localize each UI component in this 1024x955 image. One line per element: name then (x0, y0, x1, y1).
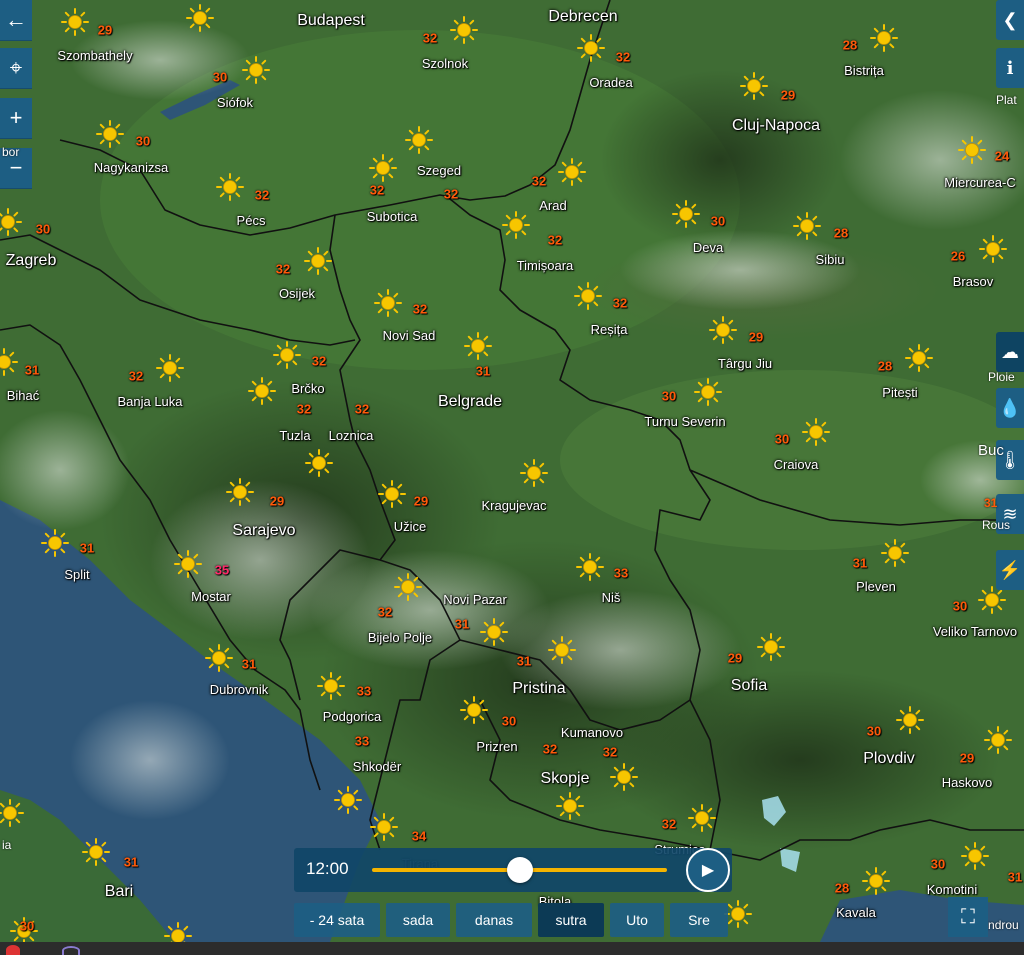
back-button[interactable]: ← (0, 0, 32, 41)
fullscreen-button[interactable]: ⛶ (948, 897, 988, 937)
lightning-icon: ⚡ (998, 559, 1022, 580)
share-button[interactable]: ❮ (996, 0, 1024, 40)
rain-layer-button[interactable]: 💧 (996, 388, 1024, 428)
day-button-sre[interactable]: Sre (670, 903, 728, 937)
edge-label: Rous (982, 518, 1011, 532)
weather-map[interactable] (0, 0, 1024, 942)
info-icon: i (1006, 57, 1014, 79)
zoom-in-button[interactable]: + (0, 98, 32, 139)
edge-temp: 31 (984, 496, 998, 510)
play-icon: ▶ (701, 862, 715, 879)
back-arrow-icon: ← (5, 7, 27, 32)
locate-icon: ⌖ (9, 55, 23, 80)
edge-label: Plat (996, 93, 1017, 107)
taskbar (0, 942, 1024, 955)
play-button[interactable]: ▶ (686, 848, 730, 892)
app-icon[interactable] (62, 946, 80, 955)
lightning-layer-button[interactable]: ⚡ (996, 550, 1024, 590)
day-button-sutra[interactable]: sutra (538, 903, 604, 937)
day-button-24-sata[interactable]: - 24 sata (294, 903, 380, 937)
info-button[interactable]: i (996, 48, 1024, 88)
day-button-danas[interactable]: danas (456, 903, 532, 937)
edge-label: ia (2, 838, 12, 852)
share-icon: ❮ (1002, 9, 1018, 30)
day-selector: - 24 sata sada danas sutra Uto Sre (294, 903, 728, 937)
cloud-layer-button[interactable]: ☁ (996, 332, 1024, 372)
day-button-uto[interactable]: Uto (610, 903, 664, 937)
day-button-sada[interactable]: sada (386, 903, 450, 937)
edge-label: bor (2, 145, 20, 159)
edge-label: Buc (978, 442, 1004, 459)
app-icon[interactable] (6, 945, 20, 955)
rain-layer-icon: 💧 (998, 397, 1022, 418)
fullscreen-icon: ⛶ (961, 905, 975, 928)
cloud-layer-icon: ☁ (1001, 341, 1019, 362)
locate-button[interactable]: ⌖ (0, 48, 32, 89)
edge-label: Ploie (988, 370, 1015, 384)
current-time: 12:00 (306, 859, 349, 878)
zoom-in-icon: + (9, 105, 23, 130)
timeline-bar: 12:00 ▶ (294, 848, 732, 892)
timeline-slider-handle[interactable] (506, 857, 533, 883)
